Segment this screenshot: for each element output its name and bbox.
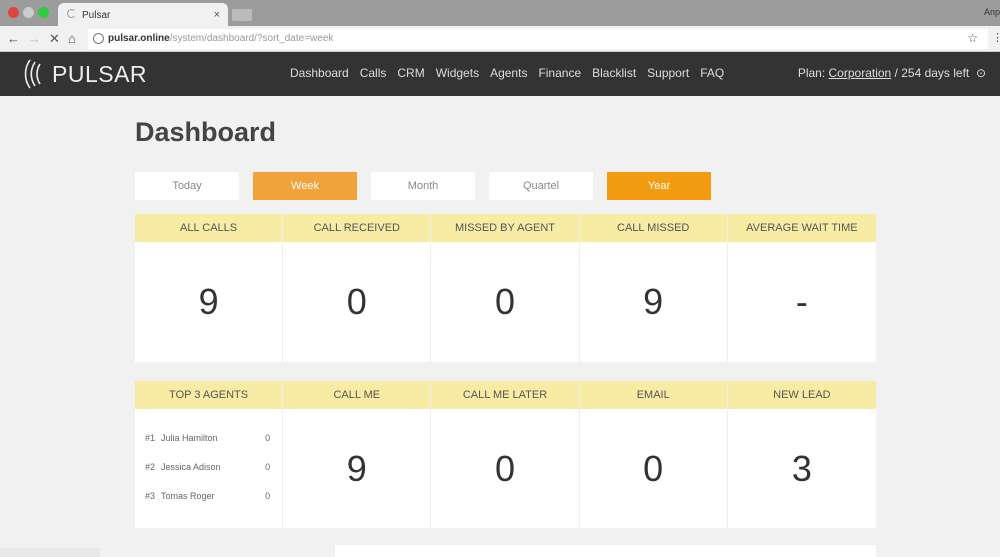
stop-icon[interactable]: ✕ — [49, 31, 60, 47]
stat-label: AVERAGE WAIT TIME — [727, 214, 876, 242]
pulsar-logo-icon — [24, 59, 41, 89]
agent-rank: #2 — [145, 462, 156, 472]
stat-call-missed: CALL MISSED 9 — [579, 214, 728, 362]
stat-value: - — [795, 281, 808, 322]
stat-label: CALL ME — [283, 381, 431, 409]
menu-finance[interactable]: Finance — [538, 66, 581, 80]
url-path: /system/dashboard/?sort_date=week — [169, 33, 334, 44]
forward-icon[interactable]: → — [28, 31, 41, 46]
stat-all-calls: ALL CALLS 9 — [135, 214, 284, 362]
stat-label: CALL ME LATER — [431, 381, 579, 409]
browser-tab[interactable]: Pulsar × — [58, 3, 228, 27]
new-tab-button[interactable] — [232, 9, 252, 21]
stat-new-lead: NEW LEAD 3 — [727, 381, 876, 528]
stat-average-wait-time: AVERAGE WAIT TIME - — [727, 214, 876, 362]
menu-faq[interactable]: FAQ — [700, 66, 724, 80]
tab-year[interactable]: Year — [607, 172, 711, 200]
info-icon — [93, 33, 104, 44]
tab-month[interactable]: Month — [371, 172, 475, 200]
address-bar[interactable]: pulsar.online/system/dashboard/?sort_dat… — [88, 29, 988, 49]
close-window-icon[interactable] — [8, 7, 19, 18]
stat-call-received: CALL RECEIVED 0 — [283, 214, 432, 362]
agent-count: 0 — [265, 433, 271, 443]
stat-missed-by-agent: MISSED BY AGENT 0 — [431, 214, 580, 362]
agent-row: #2 Jessica Adison 0 — [145, 462, 270, 491]
next-panel — [335, 545, 876, 557]
stat-value: 9 — [346, 448, 367, 489]
agent-count: 0 — [265, 491, 271, 501]
browser-tabstrip: Pulsar × Anp — [0, 0, 1000, 27]
stat-label: CALL MISSED — [579, 214, 727, 242]
stat-email: EMAIL 0 — [579, 381, 728, 528]
stat-label: CALL RECEIVED — [283, 214, 431, 242]
tab-week[interactable]: Week — [253, 172, 357, 200]
agent-name: Julia Hamilton — [161, 433, 218, 443]
close-tab-icon[interactable]: × — [214, 9, 220, 21]
home-icon[interactable]: ⌂ — [68, 31, 76, 46]
stat-value: 9 — [198, 281, 219, 322]
stat-value: 0 — [643, 448, 664, 489]
plan-days-left: / 254 days left — [891, 66, 970, 80]
agent-row: #3 Tomas Roger 0 — [145, 491, 270, 520]
agent-count: 0 — [265, 462, 271, 472]
call-stats: ALL CALLS 9 CALL RECEIVED 0 MISSED BY AGEN… — [135, 214, 876, 362]
stat-label: NEW LEAD — [727, 381, 876, 409]
menu-dashboard[interactable]: Dashboard — [290, 66, 349, 80]
bookmark-star-icon[interactable]: ☆ — [967, 31, 978, 45]
agent-name: Tomas Roger — [161, 491, 215, 501]
stat-label: EMAIL — [579, 381, 727, 409]
menu-calls[interactable]: Calls — [360, 66, 387, 80]
stat-call-me: CALL ME 9 — [283, 381, 432, 528]
period-tabs: Today Week Month Quartel Year — [135, 172, 711, 200]
menu-crm[interactable]: CRM — [397, 66, 424, 80]
agent-row: #1 Julia Hamilton 0 — [145, 433, 270, 462]
main-menu: Dashboard Calls CRM Widgets Agents Finan… — [290, 66, 724, 80]
url-host: pulsar.online — [108, 33, 170, 44]
status-bar — [0, 548, 100, 557]
menu-agents[interactable]: Agents — [490, 66, 527, 80]
top-agents: TOP 3 AGENTS #1 Julia Hamilton 0 #2 Jessica… — [135, 381, 284, 528]
top-agents-label: TOP 3 AGENTS — [135, 381, 283, 409]
pulsar-logo[interactable]: PULSAR — [24, 58, 147, 90]
logo-text: PULSAR — [52, 60, 148, 87]
stat-value: 3 — [791, 448, 812, 489]
stat-value: 0 — [346, 281, 367, 322]
agent-name: Jessica Adison — [161, 462, 221, 472]
lead-stats: TOP 3 AGENTS #1 Julia Hamilton 0 #2 Jessica… — [135, 381, 876, 528]
loading-icon — [67, 9, 76, 18]
agent-rank: #3 — [145, 491, 156, 501]
tab-today[interactable]: Today — [135, 172, 239, 200]
stat-label: ALL CALLS — [135, 214, 283, 242]
browser-menu-icon[interactable]: ⋮ — [992, 31, 1000, 44]
menu-blacklist[interactable]: Blacklist — [592, 66, 636, 80]
browser-toolbar: ← → ✕ ⌂ pulsar.online/system/dashboard/?… — [0, 26, 1000, 52]
plan-info: Plan: Corporation / 254 days left ⊙ — [798, 66, 986, 80]
browser-user[interactable]: Anp — [984, 7, 1000, 17]
maximize-window-icon[interactable] — [38, 7, 49, 18]
plan-prefix: Plan: — [797, 66, 829, 80]
page-title: Dashboard — [135, 117, 277, 147]
menu-widgets[interactable]: Widgets — [436, 66, 479, 80]
app-navbar: PULSAR Dashboard Calls CRM Widgets Agent… — [0, 52, 1000, 96]
tab-quartel[interactable]: Quartel — [489, 172, 593, 200]
back-icon[interactable]: ← — [7, 31, 20, 46]
minimize-window-icon[interactable] — [23, 7, 34, 18]
stat-label: MISSED BY AGENT — [431, 214, 579, 242]
tab-title: Pulsar — [82, 10, 111, 21]
menu-support[interactable]: Support — [647, 66, 689, 80]
stat-call-me-later: CALL ME LATER 0 — [431, 381, 580, 528]
stat-value: 9 — [643, 281, 664, 322]
stat-value: 0 — [494, 281, 515, 322]
stat-value: 0 — [494, 448, 515, 489]
plan-link[interactable]: Corporation — [829, 66, 892, 80]
agent-rank: #1 — [145, 433, 156, 443]
logout-icon[interactable]: ⊙ — [973, 66, 986, 80]
